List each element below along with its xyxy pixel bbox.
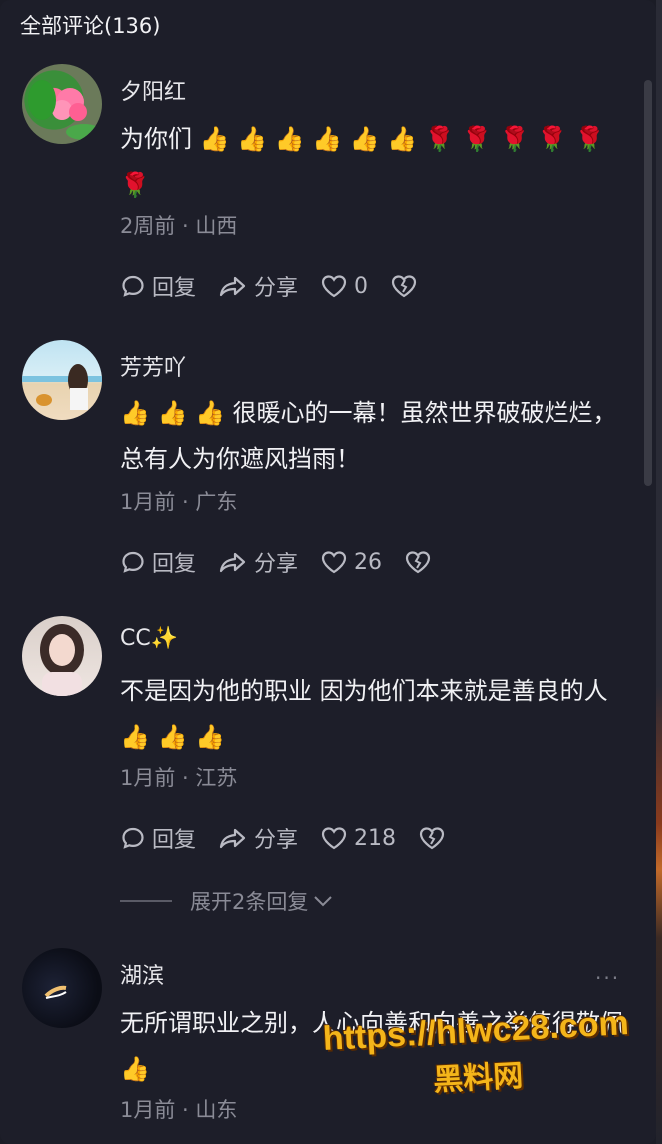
comment-text: 不是因为他的职业 因为他们本来就是善良的人 👍 👍 👍 [120, 677, 608, 751]
comments-title: 全部评论(136) [20, 14, 161, 38]
username[interactable]: CC✨ [120, 626, 178, 651]
share-icon [219, 552, 246, 573]
reply-label: 回复 [152, 828, 197, 853]
comment-meta: 1月前 · 广东 [120, 490, 238, 514]
heart-icon [321, 827, 347, 850]
reply-icon [122, 827, 144, 849]
more-options-icon[interactable]: ··· [595, 966, 620, 990]
dislike-button[interactable] [404, 549, 438, 575]
share-label: 分享 [254, 828, 299, 853]
broken-heart-icon [405, 551, 431, 574]
dislike-button[interactable] [390, 273, 424, 299]
share-button[interactable]: 分享 [218, 546, 298, 578]
comment-actions: 回复 分享 218 [120, 818, 474, 858]
share-button[interactable]: 分享 [218, 822, 298, 854]
comment-text: 为你们 👍 👍 👍 👍 👍 👍 🌹 🌹 🌹 🌹 🌹 🌹 [120, 125, 605, 199]
expand-replies-button[interactable]: 展开2条回复 [120, 886, 334, 916]
share-icon [219, 276, 246, 297]
like-button[interactable]: 26 [320, 549, 382, 575]
divider-line [120, 900, 172, 902]
comments-panel: 全部评论(136) 夕阳红 为你们 👍 👍 👍 👍 👍 👍 🌹 🌹 🌹 🌹 🌹 … [0, 0, 656, 1144]
reply-button[interactable]: 回复 [120, 546, 196, 578]
reply-icon [122, 551, 144, 573]
comment-text: 👍 👍 👍 很暖心的一幕！虽然世界破破烂烂，总有人为你遮风挡雨！ [120, 399, 617, 473]
avatar[interactable] [22, 948, 102, 1028]
like-button[interactable]: 218 [320, 825, 396, 851]
like-button[interactable]: 0 [320, 273, 368, 299]
username[interactable]: 芳芳吖 [120, 350, 186, 382]
avatar[interactable] [22, 340, 102, 420]
broken-heart-icon [391, 275, 417, 298]
comment-meta: 1月前 · 江苏 [120, 766, 238, 790]
like-count: 0 [354, 273, 369, 299]
comment-meta: 2周前 · 山西 [120, 214, 238, 238]
expand-replies-label: 展开2条回复 [190, 890, 309, 914]
girl-avatar-image [40, 624, 84, 696]
heart-icon [321, 551, 347, 574]
beach-avatar-image [22, 364, 102, 410]
reply-label: 回复 [152, 276, 197, 301]
avatar[interactable] [22, 616, 102, 696]
username[interactable]: 湖滨 [120, 958, 164, 990]
reply-button[interactable]: 回复 [120, 822, 196, 854]
share-label: 分享 [254, 552, 299, 577]
watermark: https://hlwc28.com 黑料网 [310, 1003, 644, 1105]
scrollbar[interactable] [644, 80, 652, 486]
night-avatar-image [44, 985, 67, 999]
share-icon [219, 828, 246, 849]
background-edge [656, 0, 662, 1144]
comment-actions: 回复 分享 0 [120, 266, 446, 306]
avatar[interactable] [22, 64, 102, 144]
comment-meta: 1月前 · 山东 [120, 1098, 238, 1122]
comment-actions: 回复 分享 26 [120, 542, 460, 582]
heart-icon [321, 275, 347, 298]
broken-heart-icon [419, 827, 445, 850]
chevron-down-icon [314, 896, 333, 907]
share-label: 分享 [254, 276, 299, 301]
lotus-avatar-image [28, 80, 102, 140]
username[interactable]: 夕阳红 [120, 74, 186, 106]
share-button[interactable]: 分享 [218, 270, 298, 302]
dislike-button[interactable] [418, 825, 452, 851]
reply-icon [122, 275, 144, 297]
like-count: 218 [354, 825, 397, 851]
reply-button[interactable]: 回复 [120, 270, 196, 302]
like-count: 26 [354, 549, 383, 575]
reply-label: 回复 [152, 552, 197, 577]
